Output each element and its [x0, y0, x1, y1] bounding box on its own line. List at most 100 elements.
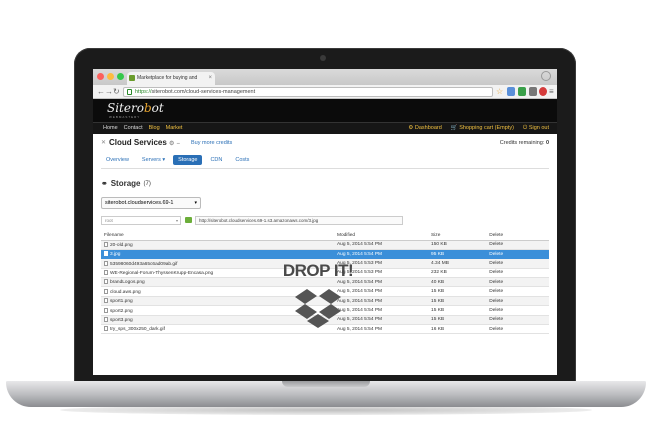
cell-modified: Aug 5, 2014 5:54 PM [333, 249, 429, 260]
extension-icon-3[interactable] [529, 87, 537, 96]
nav-market[interactable]: Market [166, 123, 183, 134]
reload-icon[interactable]: ↻ [113, 86, 120, 98]
extension-icon-4[interactable] [539, 87, 547, 96]
s3-url-field[interactable]: http://siterobot.cloudservices.69-1.s3.a… [195, 216, 403, 225]
service-tabs: Overview Servers ▾ Storage CDN Costs [101, 155, 549, 169]
close-icon[interactable]: ✕ [101, 139, 106, 146]
minimize-window-button[interactable] [107, 73, 114, 80]
root-select[interactable]: root [101, 216, 181, 225]
signout-label: Sign out [528, 125, 549, 131]
forward-arrow-icon[interactable]: → [105, 86, 113, 98]
tab-title: Marketplace for buying and [137, 75, 198, 81]
tab-overview[interactable]: Overview [101, 155, 134, 165]
address-bar-input[interactable]: https://siterobot.com/cloud-services-man… [123, 87, 493, 97]
site-header: Siterobot WEBMASTERY [93, 99, 557, 123]
menu-icon[interactable]: ≡ [549, 86, 554, 98]
delete-link[interactable]: Delete [486, 305, 549, 316]
file-icon [104, 316, 108, 322]
cell-size: 15 KB [428, 305, 487, 316]
maximize-window-button[interactable] [117, 73, 124, 80]
favicon-icon [129, 75, 135, 81]
browser-tab-bar: Marketplace for buying and × [93, 69, 557, 85]
logo-tagline: WEBMASTERY [109, 115, 141, 119]
dropbox-icon [295, 289, 341, 328]
delete-link[interactable]: Delete [486, 258, 549, 269]
delete-link[interactable]: Delete [486, 286, 549, 297]
nav-dashboard[interactable]: ⚙ Dashboard [408, 123, 441, 134]
drop-overlay: DROP IT! [263, 261, 373, 334]
file-icon [104, 241, 108, 247]
file-icon [104, 307, 108, 313]
bookmark-star-icon[interactable]: ☆ [496, 86, 503, 98]
settings-icon[interactable]: ⚙ [169, 141, 174, 147]
section-count: (7) [143, 180, 151, 187]
filename-text: sport2.png [110, 308, 133, 314]
file-icon [104, 279, 108, 285]
url-scheme: https:// [135, 89, 152, 95]
file-icon [104, 326, 108, 332]
table-row[interactable]: 20-old.png Aug 5, 2014 5:54 PM 150 KB Delet… [101, 240, 549, 250]
credits-value: 0 [545, 140, 549, 146]
cell-size: 16 KB [428, 324, 487, 335]
header-modified[interactable]: Modified [333, 231, 429, 241]
tab-storage[interactable]: Storage [173, 155, 203, 165]
title-row: ✕ Cloud Services ⚙ – Buy more credits Cr… [101, 138, 549, 152]
header-size[interactable]: Size [428, 231, 487, 241]
title-dash: – [176, 141, 181, 147]
cell-size: 15 KB [428, 296, 487, 307]
extension-icon-2[interactable] [518, 87, 526, 96]
extension-icon-1[interactable] [507, 87, 515, 96]
filename-text: 3.jpg [110, 251, 121, 257]
tab-servers[interactable]: Servers ▾ [137, 155, 170, 165]
delete-link[interactable]: Delete [486, 249, 549, 260]
laptop-notch [282, 381, 370, 387]
cell-size: 15 KB [428, 315, 487, 326]
site-logo[interactable]: Siterobot [107, 101, 164, 115]
drop-it-text: DROP IT! [282, 261, 354, 280]
nav-home[interactable]: Home [103, 123, 118, 134]
bucket-select[interactable]: siterobot.cloudservices.69-1 [101, 197, 201, 209]
filename-text: sport1.png [110, 298, 133, 304]
nav-signout[interactable]: ⏻ Sign out [523, 123, 549, 134]
close-tab-icon[interactable]: × [208, 72, 212, 85]
delete-link[interactable]: Delete [486, 240, 549, 250]
tab-cdn[interactable]: CDN [205, 155, 227, 165]
filename-text: WE-Regional-Forum-ThyssenKrupp-Encasa.pn… [110, 270, 214, 276]
delete-link[interactable]: Delete [486, 268, 549, 279]
laptop-base [6, 381, 646, 407]
tab-costs[interactable]: Costs [230, 155, 254, 165]
buy-credits-link[interactable]: Buy more credits [191, 140, 232, 146]
close-window-button[interactable] [97, 73, 104, 80]
cell-size: 232 KB [428, 268, 487, 279]
logo-text-end: ot [151, 101, 164, 115]
folder-icon[interactable] [185, 217, 192, 223]
section-heading: ⚭ Storage (7) [101, 179, 549, 188]
file-icon [104, 260, 108, 266]
file-icon [104, 251, 108, 257]
table-header-row: Filename Modified Size Delete [101, 231, 549, 241]
nav-contact[interactable]: Contact [124, 123, 143, 134]
header-filename[interactable]: Filename [101, 231, 334, 241]
cell-size: 95 KB [428, 249, 487, 260]
cart-icon: 🛒 [450, 125, 460, 131]
user-profile-icon[interactable] [541, 71, 551, 81]
file-icon [104, 269, 108, 275]
site-nav: Home Contact Blog Market ⚙ Dashboard 🛒 S… [93, 123, 557, 134]
back-arrow-icon[interactable]: ← [97, 86, 105, 98]
file-icon [104, 288, 108, 294]
cell-size: 150 KB [428, 240, 487, 250]
nav-blog[interactable]: Blog [149, 123, 160, 134]
cell-filename: 20-old.png [101, 240, 334, 250]
laptop-screen: Marketplace for buying and × ← → ↻ https… [93, 69, 557, 375]
cell-size: 4.34 MB [428, 258, 487, 269]
delete-link[interactable]: Delete [486, 315, 549, 326]
laptop-lid: Marketplace for buying and × ← → ↻ https… [74, 48, 576, 384]
delete-link[interactable]: Delete [486, 324, 549, 335]
delete-link[interactable]: Delete [486, 296, 549, 307]
filename-text: brandLogos.png [110, 280, 145, 286]
table-row[interactable]: 3.jpg Aug 5, 2014 5:54 PM 95 KB Delete [101, 249, 549, 260]
browser-tab[interactable]: Marketplace for buying and × [127, 72, 215, 85]
delete-link[interactable]: Delete [486, 277, 549, 288]
nav-cart[interactable]: 🛒 Shopping cart (Empty) [451, 123, 514, 134]
cell-filename: 3.jpg [101, 249, 334, 260]
